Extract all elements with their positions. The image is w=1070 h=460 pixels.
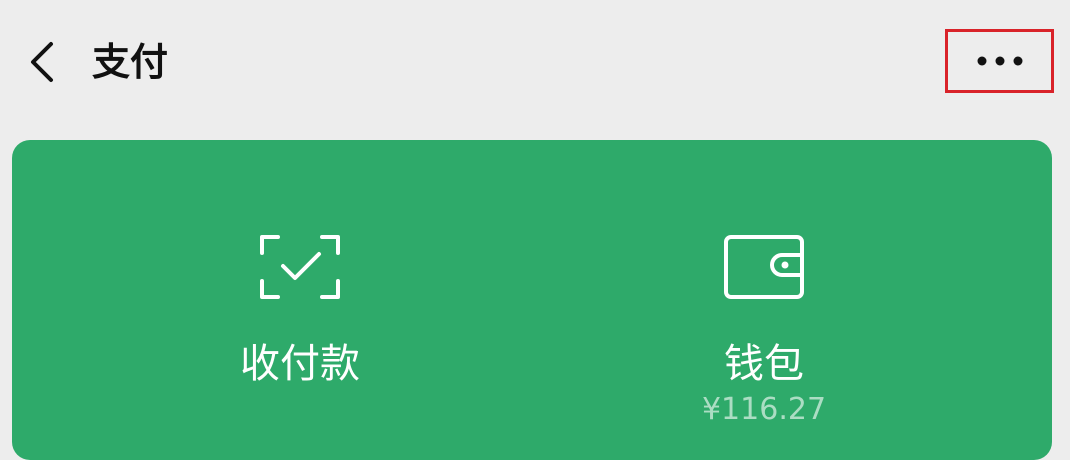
- wallet-button[interactable]: 钱包 ¥116.27: [614, 230, 914, 428]
- more-options-button[interactable]: [945, 29, 1054, 93]
- back-button[interactable]: [18, 36, 66, 88]
- more-horizontal-icon: [977, 56, 1022, 66]
- page-title: 支付: [92, 40, 169, 84]
- wallet-label: 钱包: [724, 341, 804, 387]
- wallet-icon: [724, 235, 804, 299]
- scan-check-icon: [260, 235, 340, 299]
- receive-payment-button[interactable]: 收付款: [150, 230, 450, 388]
- chevron-left-icon: [31, 42, 53, 82]
- wallet-balance: ¥116.27: [701, 392, 827, 427]
- top-bar: 支付: [0, 0, 1070, 124]
- receive-payment-label: 收付款: [240, 341, 360, 387]
- payment-card: 收付款 钱包 ¥116.27: [12, 140, 1052, 460]
